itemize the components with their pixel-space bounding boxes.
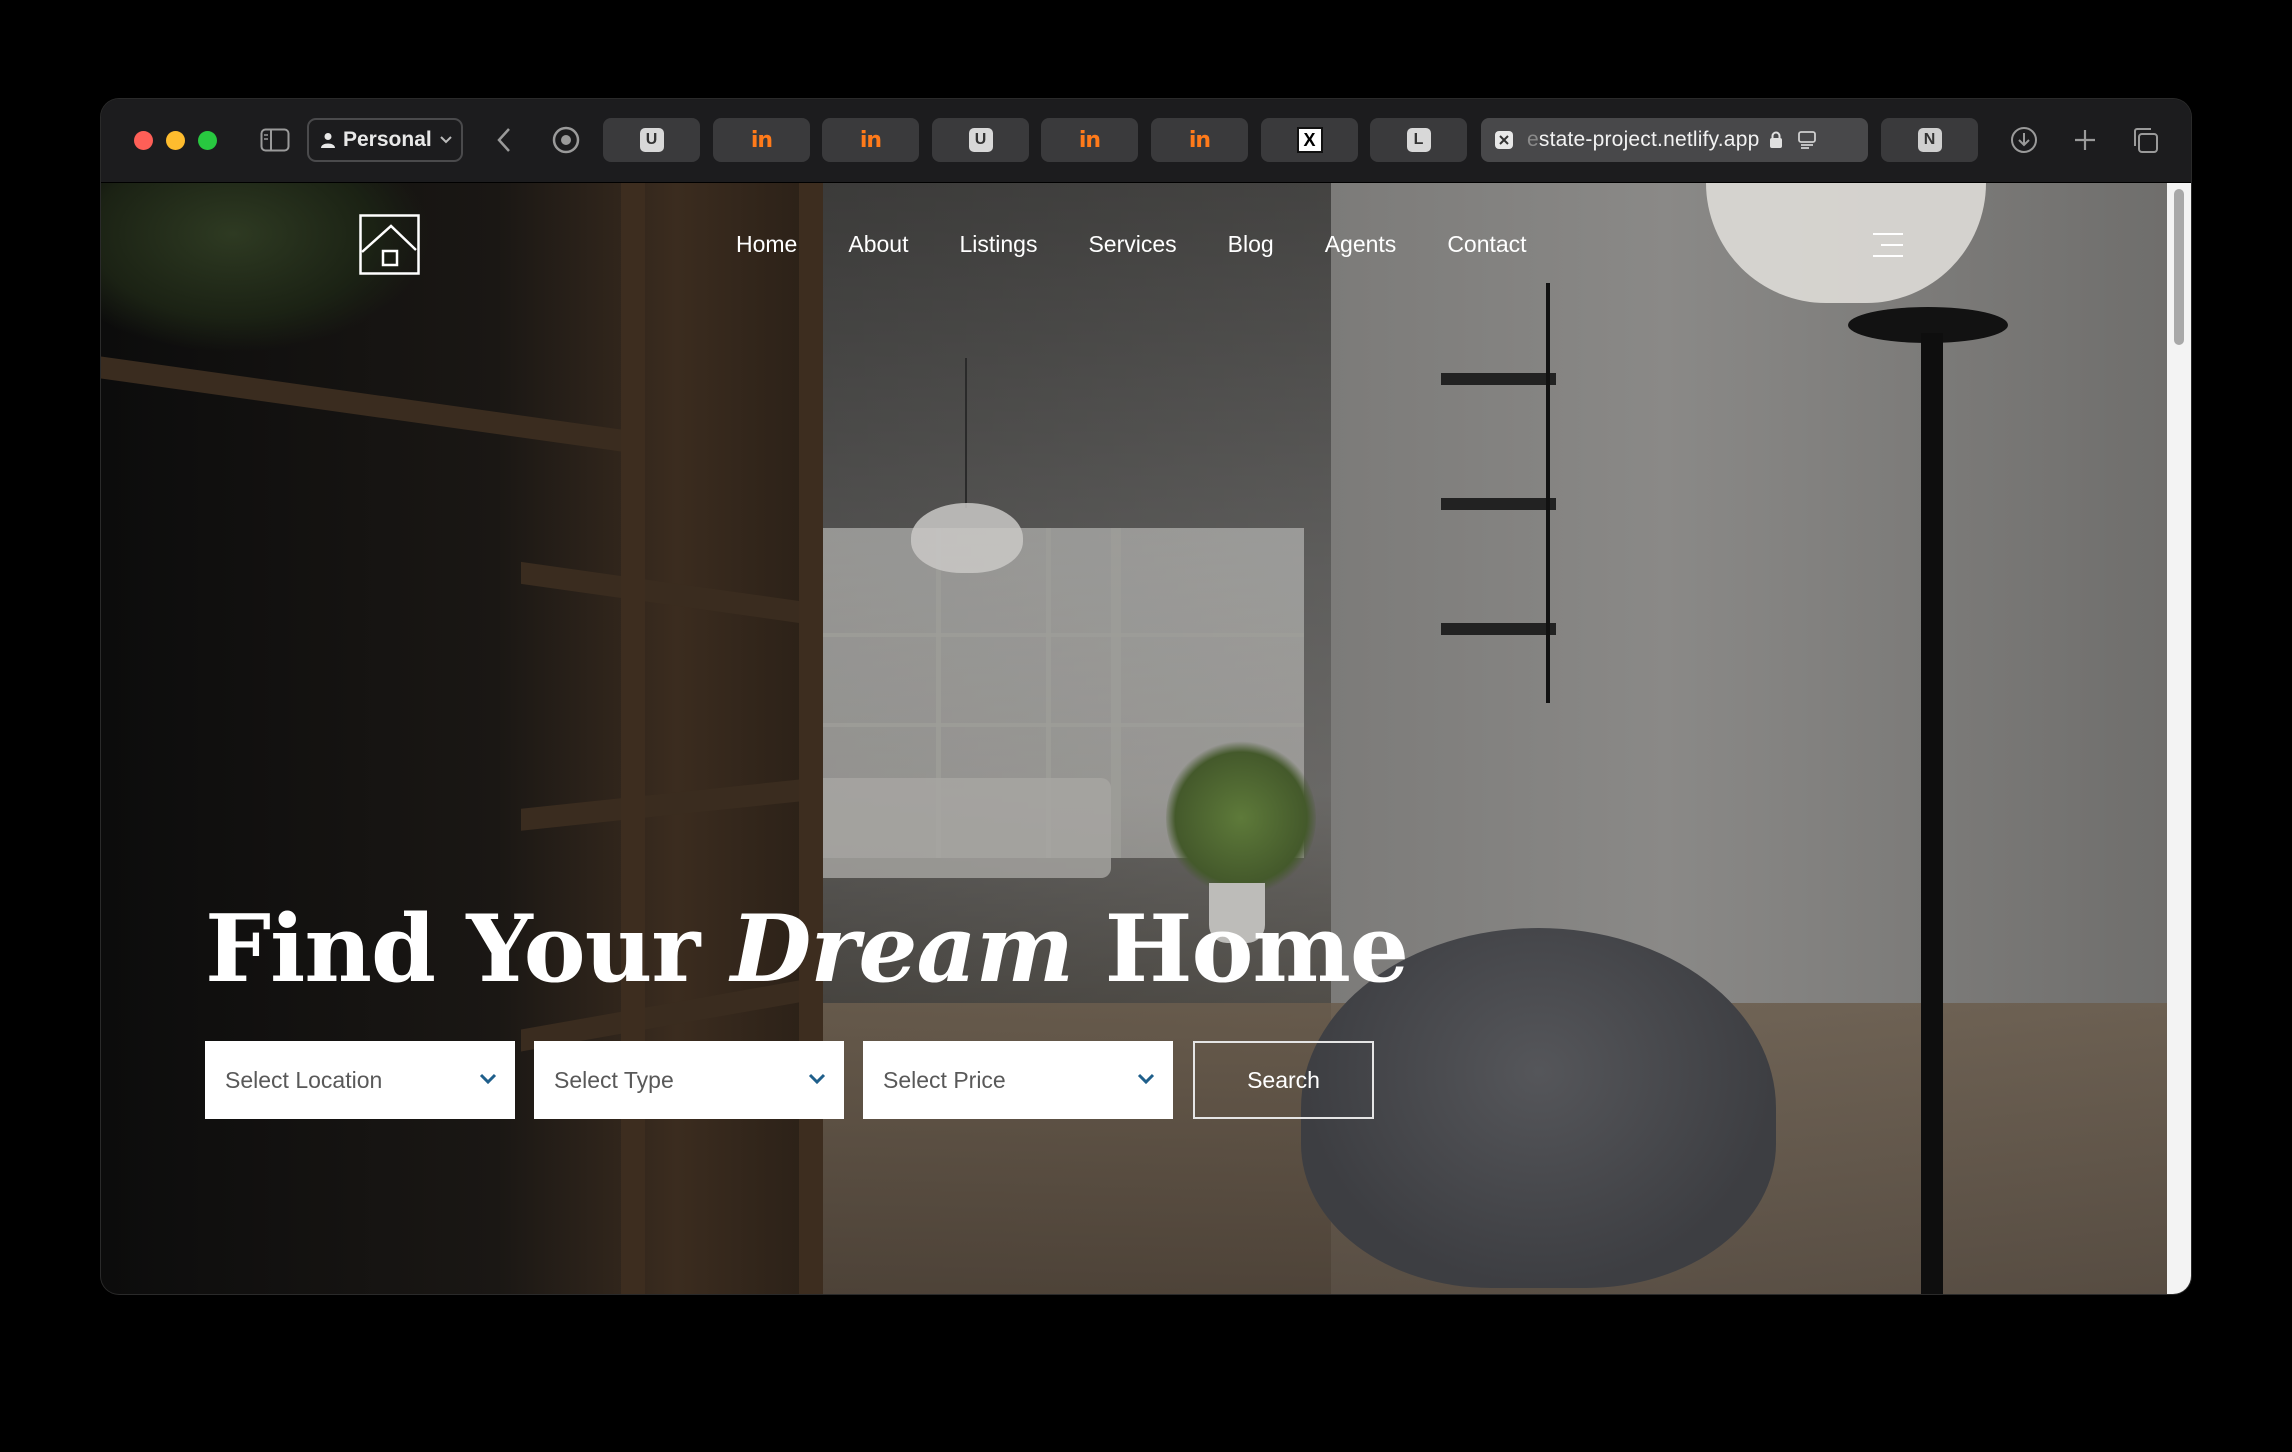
browser-toolbar: Personal U in in U in in X L estate-proj… <box>101 99 2191 183</box>
type-select[interactable]: Select Type <box>534 1041 844 1119</box>
chevron-down-icon <box>440 136 452 144</box>
browser-tab[interactable]: in <box>822 118 919 162</box>
chevron-down-icon <box>479 1073 497 1085</box>
back-arrow-icon[interactable] <box>485 121 523 159</box>
reader-icon[interactable] <box>1797 130 1817 150</box>
tab-favicon: in <box>859 127 882 153</box>
tab-favicon: in <box>750 127 773 153</box>
browser-tab[interactable]: in <box>713 118 810 162</box>
privacy-report-icon[interactable] <box>547 121 585 159</box>
tab-favicon: L <box>1406 128 1431 152</box>
browser-tab[interactable]: U <box>603 118 700 162</box>
type-select-value: Select Type <box>554 1066 674 1093</box>
tab-close-icon[interactable] <box>1495 131 1513 149</box>
page-scrollbar[interactable] <box>2167 183 2191 1294</box>
web-page: Home About Listings Services Blog Agents… <box>101 183 2167 1294</box>
browser-tab[interactable]: X <box>1261 118 1358 162</box>
address-url: estate-project.netlify.app <box>1527 128 1760 151</box>
browser-tab[interactable]: in <box>1151 118 1248 162</box>
tab-favicon: U <box>639 128 664 152</box>
hero-title: Find Your Dream Home <box>205 894 1409 1003</box>
profile-switcher[interactable]: Personal <box>307 118 463 162</box>
tab-favicon: N <box>1917 128 1942 152</box>
profile-label: Personal <box>343 128 432 151</box>
fullscreen-window-button[interactable] <box>198 131 217 150</box>
browser-tab[interactable]: N <box>1881 118 1978 162</box>
chevron-down-icon <box>1137 1073 1155 1085</box>
nav-link-contact[interactable]: Contact <box>1447 231 1526 258</box>
main-nav: Home About Listings Services Blog Agents… <box>736 231 1578 258</box>
tab-favicon: in <box>1078 127 1101 153</box>
browser-window: Personal U in in U in in X L estate-proj… <box>101 99 2191 1294</box>
site-logo[interactable] <box>359 214 420 275</box>
tab-favicon: U <box>968 128 993 152</box>
scrollbar-thumb[interactable] <box>2174 189 2184 345</box>
nav-link-listings[interactable]: Listings <box>959 231 1037 258</box>
nav-link-services[interactable]: Services <box>1088 231 1176 258</box>
nav-link-home[interactable]: Home <box>736 231 797 258</box>
nav-link-about[interactable]: About <box>848 231 908 258</box>
nav-link-blog[interactable]: Blog <box>1228 231 1274 258</box>
browser-tab[interactable]: in <box>1041 118 1138 162</box>
nav-link-agents[interactable]: Agents <box>1325 231 1397 258</box>
browser-tab[interactable]: U <box>932 118 1029 162</box>
location-select-value: Select Location <box>225 1066 383 1093</box>
downloads-icon[interactable] <box>2005 121 2043 159</box>
browser-tab[interactable]: L <box>1370 118 1467 162</box>
tab-overview-icon[interactable] <box>2126 121 2164 159</box>
price-select-value: Select Price <box>883 1066 1006 1093</box>
price-select[interactable]: Select Price <box>863 1041 1173 1119</box>
chevron-down-icon <box>808 1073 826 1085</box>
close-window-button[interactable] <box>134 131 153 150</box>
hamburger-menu-icon[interactable] <box>1873 233 1903 259</box>
tab-favicon: in <box>1188 127 1211 153</box>
minimize-window-button[interactable] <box>166 131 185 150</box>
active-tab-address-bar[interactable]: estate-project.netlify.app <box>1481 118 1868 162</box>
new-tab-icon[interactable] <box>2066 121 2104 159</box>
sidebar-toggle-icon[interactable] <box>256 121 294 159</box>
location-select[interactable]: Select Location <box>205 1041 515 1119</box>
person-icon <box>321 133 335 148</box>
tab-favicon: X <box>1296 127 1323 153</box>
lock-icon <box>1770 131 1783 148</box>
search-button[interactable]: Search <box>1193 1041 1374 1119</box>
